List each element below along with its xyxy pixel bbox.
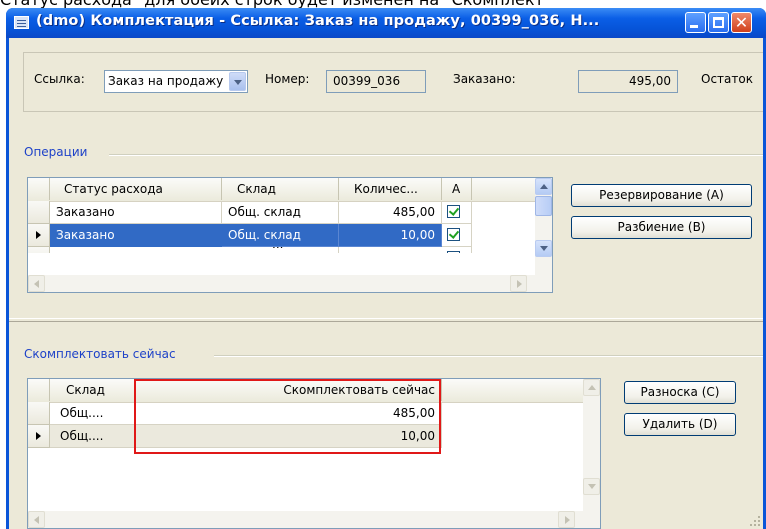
column-header-pick-now[interactable]: Скомплектовать сейчас — [136, 379, 442, 401]
partial-cell: ... — [222, 247, 339, 253]
panel-splitter[interactable] — [9, 318, 763, 322]
operations-group-title: Операции — [24, 145, 92, 159]
minimize-icon — [690, 25, 698, 28]
current-row-arrow-icon — [36, 432, 41, 440]
pick-now-group-line — [214, 355, 763, 357]
remaining-label: Остаток — [701, 72, 753, 86]
operations-vertical-scrollbar[interactable] — [535, 178, 552, 275]
operations-row-2[interactable]: Заказано Общ. склад 10,00 — [28, 224, 535, 247]
operations-horizontal-scrollbar[interactable] — [28, 275, 552, 292]
scroll-right-icon — [565, 516, 570, 524]
title-bar[interactable]: (dmo) Комплектация - Ссылка: Заказ на пр… — [6, 8, 766, 38]
operations-row-3-partial[interactable]: ... — [28, 247, 535, 253]
checkbox-checked-icon[interactable] — [447, 228, 460, 241]
post-button[interactable]: Разноска (С) — [624, 381, 736, 404]
warehouse-cell[interactable]: Общ.... — [50, 425, 136, 448]
pick-now-row-1[interactable]: Общ.... 485,00 — [28, 402, 583, 425]
warehouse-cell[interactable]: Общ. склад — [222, 201, 339, 224]
column-header-a[interactable]: А — [442, 178, 472, 200]
row-indicator-header — [28, 379, 50, 401]
ordered-label: Заказано: — [453, 72, 516, 86]
scroll-right-button[interactable] — [510, 275, 527, 292]
header-panel: Ссылка: Заказ на продажу Номер: 00399_03… — [23, 52, 763, 112]
scroll-left-icon — [34, 516, 39, 524]
scroll-down-button[interactable] — [535, 240, 552, 257]
reserve-button[interactable]: Резервирование (А) — [571, 184, 752, 207]
scroll-down-icon — [588, 484, 596, 489]
link-label: Ссылка: — [34, 72, 85, 86]
window: (dmo) Комплектация - Ссылка: Заказ на пр… — [6, 8, 766, 529]
caption-strip: Статус расхода" для обеих строк будет из… — [0, 0, 766, 8]
row-indicator[interactable] — [28, 224, 50, 247]
row-indicator[interactable] — [28, 402, 50, 425]
pick-now-grid-header: Склад Скомплектовать сейчас — [28, 379, 583, 403]
row-indicator[interactable] — [28, 425, 50, 448]
chevron-down-icon[interactable] — [229, 72, 246, 91]
caption-text: Статус расхода" для обеих строк будет из… — [0, 0, 544, 8]
scroll-left-button[interactable] — [28, 275, 45, 292]
current-row-arrow-icon — [36, 231, 41, 239]
scroll-left-button[interactable] — [28, 511, 45, 528]
scroll-up-icon — [588, 385, 596, 390]
number-label: Номер: — [265, 72, 310, 86]
pick-now-group-title: Скомплектовать сейчас — [24, 347, 180, 361]
scroll-right-button[interactable] — [558, 511, 575, 528]
column-header-quantity[interactable]: Количес... — [339, 178, 442, 200]
operations-group-line — [109, 154, 763, 156]
quantity-cell[interactable]: 10,00 — [339, 224, 442, 247]
a-cell[interactable] — [442, 247, 472, 253]
form-client-area: Ссылка: Заказ на продажу Номер: 00399_03… — [9, 38, 763, 529]
scroll-left-icon — [34, 280, 39, 288]
checkbox-icon[interactable] — [447, 251, 460, 253]
operations-row-1[interactable]: Заказано Общ. склад 485,00 — [28, 201, 535, 224]
pick-now-grid[interactable]: Склад Скомплектовать сейчас Общ.... 485,… — [27, 378, 601, 529]
operations-grid-header: Статус расхода Склад Количес... А — [28, 178, 535, 202]
resize-grip-icon[interactable] — [749, 515, 761, 527]
status-cell[interactable]: Заказано — [50, 201, 222, 224]
scroll-up-button[interactable] — [535, 178, 552, 195]
delete-button[interactable]: Удалить (D) — [624, 413, 736, 436]
column-header-warehouse[interactable]: Склад — [222, 178, 339, 200]
column-header-status[interactable]: Статус расхода — [50, 178, 222, 200]
row-indicator[interactable] — [28, 201, 50, 224]
scroll-down-button[interactable] — [583, 478, 600, 495]
minimize-button[interactable] — [685, 12, 706, 33]
close-icon: ✕ — [734, 13, 749, 32]
maximize-button[interactable] — [708, 12, 729, 33]
pick-now-vertical-scrollbar[interactable] — [583, 379, 600, 511]
a-cell[interactable] — [442, 201, 472, 224]
scroll-up-button[interactable] — [583, 379, 600, 396]
scroll-up-icon — [540, 184, 548, 189]
link-type-combo[interactable]: Заказ на продажу — [104, 70, 248, 93]
warehouse-cell[interactable]: Общ.... — [50, 402, 136, 425]
pick-now-horizontal-scrollbar[interactable] — [28, 511, 600, 528]
window-title: (dmo) Комплектация - Ссылка: Заказ на пр… — [36, 13, 600, 29]
quantity-cell[interactable]: 485,00 — [339, 201, 442, 224]
operations-grid[interactable]: Статус расхода Склад Количес... А Заказа… — [27, 177, 553, 293]
split-button[interactable]: Разбиение (В) — [571, 216, 752, 239]
scroll-right-icon — [517, 280, 522, 288]
a-cell[interactable] — [442, 224, 472, 247]
scroll-thumb[interactable] — [535, 196, 552, 216]
checkbox-checked-icon[interactable] — [447, 205, 460, 218]
close-button[interactable]: ✕ — [731, 12, 752, 33]
ordered-field[interactable]: 495,00 — [578, 70, 678, 93]
pick-now-cell[interactable]: 485,00 — [136, 402, 442, 425]
number-field[interactable]: 00399_036 — [326, 70, 426, 93]
scroll-down-icon — [540, 246, 548, 251]
window-menu-icon[interactable] — [14, 16, 29, 29]
warehouse-cell[interactable]: Общ. склад — [222, 224, 339, 247]
maximize-icon — [713, 17, 724, 28]
status-cell[interactable]: Заказано — [50, 224, 222, 247]
column-header-warehouse[interactable]: Склад — [50, 379, 136, 401]
row-indicator[interactable] — [28, 247, 50, 253]
link-type-value: Заказ на продажу — [108, 74, 224, 88]
pick-now-cell[interactable]: 10,00 — [136, 425, 442, 448]
row-indicator-header — [28, 178, 50, 200]
pick-now-row-2[interactable]: Общ.... 10,00 — [28, 425, 583, 448]
